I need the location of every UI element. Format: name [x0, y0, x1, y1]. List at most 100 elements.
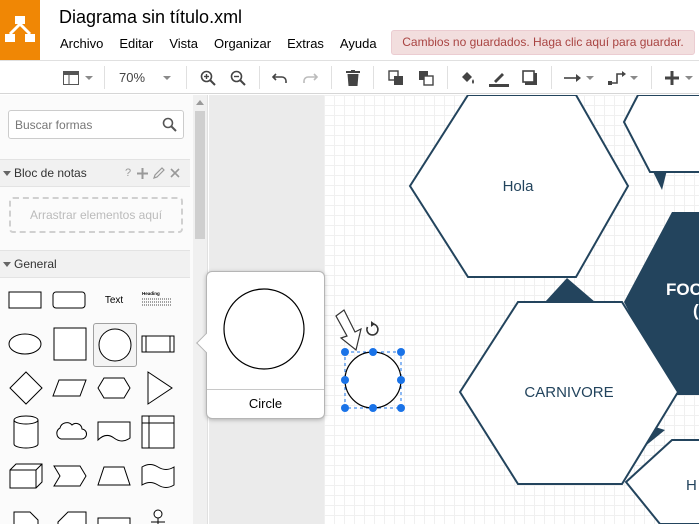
shape-internal-storage[interactable] — [136, 410, 180, 454]
scroll-up-arrow-icon[interactable] — [196, 100, 204, 105]
selected-circle-shape[interactable] — [344, 351, 402, 409]
menu-bar: Archivo Editar Vista Organizar Extras Ay… — [52, 36, 385, 54]
sidebar-scrollbar-thumb[interactable] — [195, 111, 205, 239]
shape-circle[interactable] — [93, 323, 137, 367]
shape-cloud[interactable] — [48, 410, 92, 454]
to-front-button[interactable] — [384, 61, 408, 94]
search-icon[interactable] — [162, 117, 177, 132]
shape-cylinder[interactable] — [4, 410, 48, 454]
scratchpad-drop-zone[interactable]: Arrastrar elementos aquí — [9, 197, 183, 233]
shape-rounded-rectangle[interactable] — [48, 278, 92, 322]
shape-triangle[interactable] — [136, 366, 180, 410]
general-section-header[interactable]: General — [0, 250, 190, 278]
drawio-logo-icon — [5, 16, 35, 42]
internal-storage-shape-icon — [141, 415, 175, 449]
to-back-button[interactable] — [414, 61, 438, 94]
search-input[interactable] — [9, 111, 159, 138]
unsaved-changes-banner[interactable]: Cambios no guardados. Haga clic aquí par… — [391, 30, 695, 55]
hexagon-top-right[interactable] — [622, 95, 699, 173]
textbox-shape-icon: Heading — [142, 291, 171, 306]
undo-button[interactable] — [268, 61, 292, 94]
step-shape-icon — [53, 465, 87, 487]
shadow-button[interactable] — [518, 61, 542, 94]
chevron-down-icon — [630, 75, 638, 80]
shape-note[interactable] — [4, 498, 48, 524]
menu-archivo[interactable]: Archivo — [52, 36, 111, 54]
insert-button[interactable] — [660, 61, 698, 94]
app-logo[interactable] — [0, 0, 40, 60]
fill-color-button[interactable] — [456, 61, 480, 94]
cloud-shape-icon — [56, 422, 88, 440]
circle-shape-icon — [98, 328, 132, 362]
process-shape-icon — [141, 335, 175, 353]
shape-parallelogram[interactable] — [48, 366, 92, 410]
chevron-down-icon — [685, 75, 693, 80]
toolbar-divider — [651, 66, 652, 89]
callout-shape-icon — [97, 517, 131, 524]
note-shape-icon — [13, 511, 39, 524]
redo-button[interactable] — [298, 61, 322, 94]
menu-ayuda[interactable]: Ayuda — [332, 36, 385, 54]
edit-pencil-icon[interactable] — [153, 167, 165, 179]
menu-organizar[interactable]: Organizar — [206, 36, 279, 54]
shape-search — [8, 110, 184, 139]
toolbar-divider — [551, 66, 552, 89]
zoom-value: 70% — [118, 70, 146, 85]
line-color-button[interactable] — [486, 61, 512, 94]
shape-square[interactable] — [48, 322, 92, 366]
zoom-in-icon — [200, 70, 216, 86]
shape-actor[interactable] — [136, 498, 180, 524]
resize-handle-right — [397, 376, 405, 384]
zoom-out-button[interactable] — [226, 61, 250, 94]
shape-card[interactable] — [48, 498, 92, 524]
shape-hexagon[interactable] — [92, 366, 136, 410]
shape-document[interactable] — [92, 410, 136, 454]
resize-handle-bottom-right — [397, 404, 405, 412]
dark-connector-middle — [545, 278, 595, 302]
menu-vista[interactable]: Vista — [161, 36, 206, 54]
shape-process[interactable] — [136, 322, 180, 366]
shape-preview-tooltip: Circle — [196, 271, 325, 419]
shadow-icon — [522, 69, 537, 85]
general-section-title: General — [14, 257, 57, 271]
scratchpad-header[interactable]: Bloc de notas ? — [0, 159, 190, 187]
shape-diamond[interactable] — [4, 366, 48, 410]
rotate-handle-icon[interactable] — [366, 321, 379, 336]
document-shape-icon — [97, 421, 131, 442]
help-icon[interactable]: ? — [125, 167, 131, 179]
shape-step[interactable] — [48, 454, 92, 498]
shape-ellipse[interactable] — [4, 322, 48, 366]
delete-button[interactable] — [341, 61, 365, 94]
shape-tape[interactable] — [136, 454, 180, 498]
menu-extras[interactable]: Extras — [279, 36, 332, 54]
ellipse-shape-icon — [8, 333, 42, 355]
heading-shape-label: Heading — [142, 291, 160, 296]
resize-handle-bottom-left — [341, 404, 349, 412]
tape-shape-icon — [141, 464, 175, 488]
card-shape-icon — [57, 511, 87, 524]
chevron-down-icon — [586, 75, 594, 80]
toolbar-divider — [331, 66, 332, 89]
close-icon[interactable] — [170, 168, 180, 178]
shape-text[interactable]: Text — [92, 278, 136, 322]
shape-callout[interactable] — [92, 498, 136, 524]
resize-handle-top-left — [341, 348, 349, 356]
document-title[interactable]: Diagrama sin título.xml — [59, 7, 242, 28]
zoom-in-button[interactable] — [196, 61, 220, 94]
format-panel-button[interactable] — [58, 61, 98, 94]
connection-style-button[interactable] — [560, 61, 598, 94]
text-shape-label: Text — [104, 294, 124, 306]
collapse-triangle-icon — [3, 171, 11, 176]
drag-arrow-icon — [335, 309, 362, 352]
shape-cube[interactable] — [4, 454, 48, 498]
shape-textbox[interactable]: Heading — [136, 278, 180, 322]
hexagon-shape-icon — [97, 377, 131, 399]
shape-rectangle[interactable] — [4, 278, 48, 322]
shape-trapezoid[interactable] — [92, 454, 136, 498]
add-icon[interactable] — [137, 168, 148, 179]
zoom-dropdown[interactable]: 70% — [112, 61, 178, 94]
menu-editar[interactable]: Editar — [111, 36, 161, 54]
triangle-shape-icon — [147, 371, 173, 405]
waypoints-button[interactable] — [604, 61, 642, 94]
tooltip-shape-name: Circle — [207, 389, 324, 418]
